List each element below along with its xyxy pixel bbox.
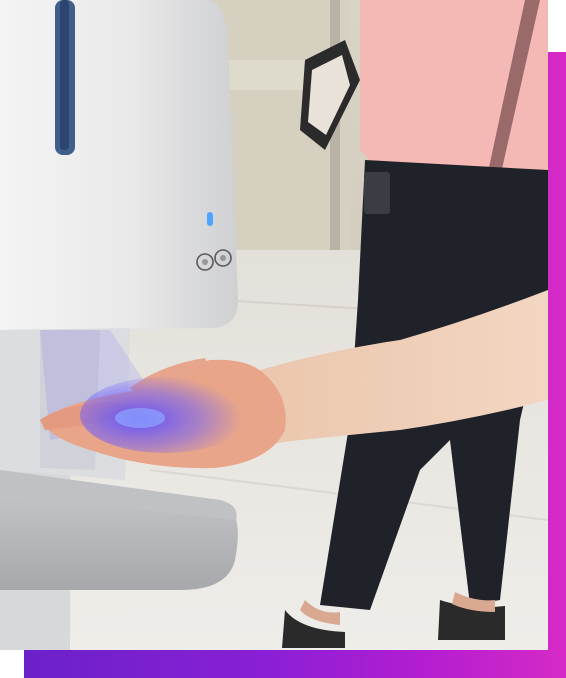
photo-illustration	[0, 0, 548, 650]
photo	[0, 0, 548, 650]
